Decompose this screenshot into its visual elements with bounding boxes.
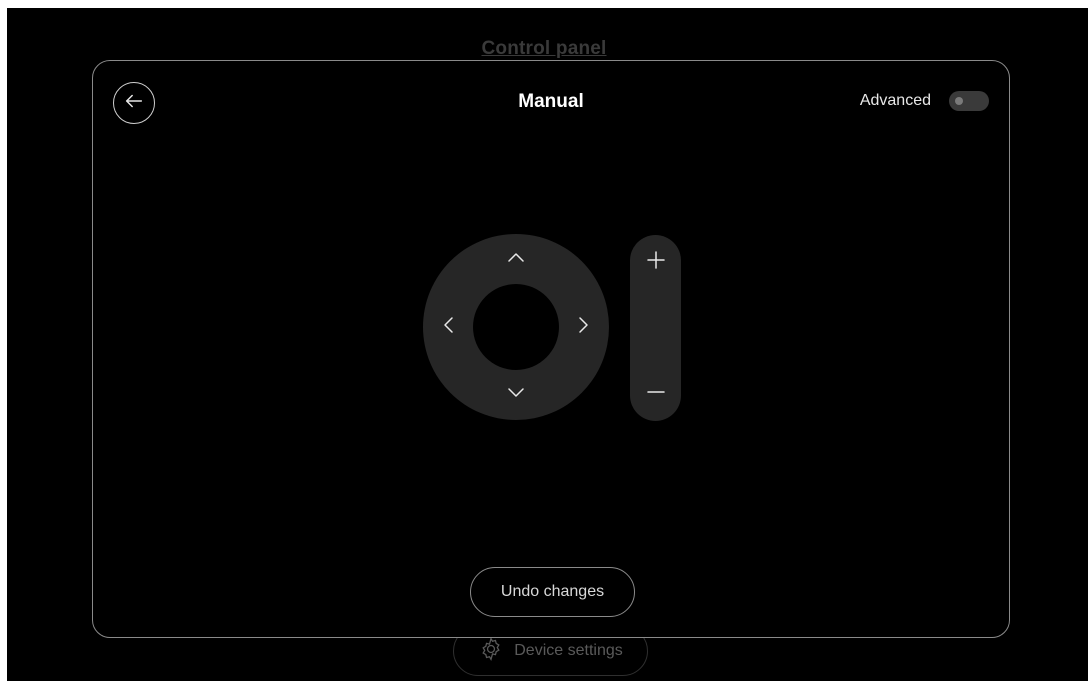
tilt-down-button[interactable] — [498, 376, 534, 412]
frame-edge — [0, 0, 1088, 8]
advanced-toggle[interactable] — [949, 91, 989, 111]
plus-icon — [646, 250, 666, 275]
chevron-left-icon — [439, 315, 459, 340]
undo-changes-button[interactable]: Undo changes — [470, 567, 635, 617]
toggle-knob — [955, 97, 963, 105]
gear-icon — [478, 636, 504, 667]
minus-icon — [646, 382, 666, 407]
pan-right-button[interactable] — [565, 309, 601, 345]
screen: Control panel Device settings Manual Adv… — [0, 0, 1088, 681]
camera-pan-tilt-pad — [423, 234, 609, 420]
frame-edge — [0, 0, 7, 681]
chevron-down-icon — [506, 382, 526, 407]
chevron-up-icon — [506, 248, 526, 273]
zoom-out-button[interactable] — [630, 370, 681, 418]
device-settings-label: Device settings — [514, 642, 623, 659]
chevron-right-icon — [573, 315, 593, 340]
dpad-center — [473, 284, 559, 370]
advanced-setting: Advanced — [860, 91, 989, 111]
pan-left-button[interactable] — [431, 309, 467, 345]
zoom-in-button[interactable] — [630, 238, 681, 286]
control-panel-title: Control panel — [481, 38, 607, 59]
zoom-control — [630, 235, 681, 421]
advanced-label: Advanced — [859, 92, 931, 109]
manual-camera-dialog: Manual Advanced Undo changes — [92, 60, 1010, 638]
tilt-up-button[interactable] — [498, 242, 534, 278]
